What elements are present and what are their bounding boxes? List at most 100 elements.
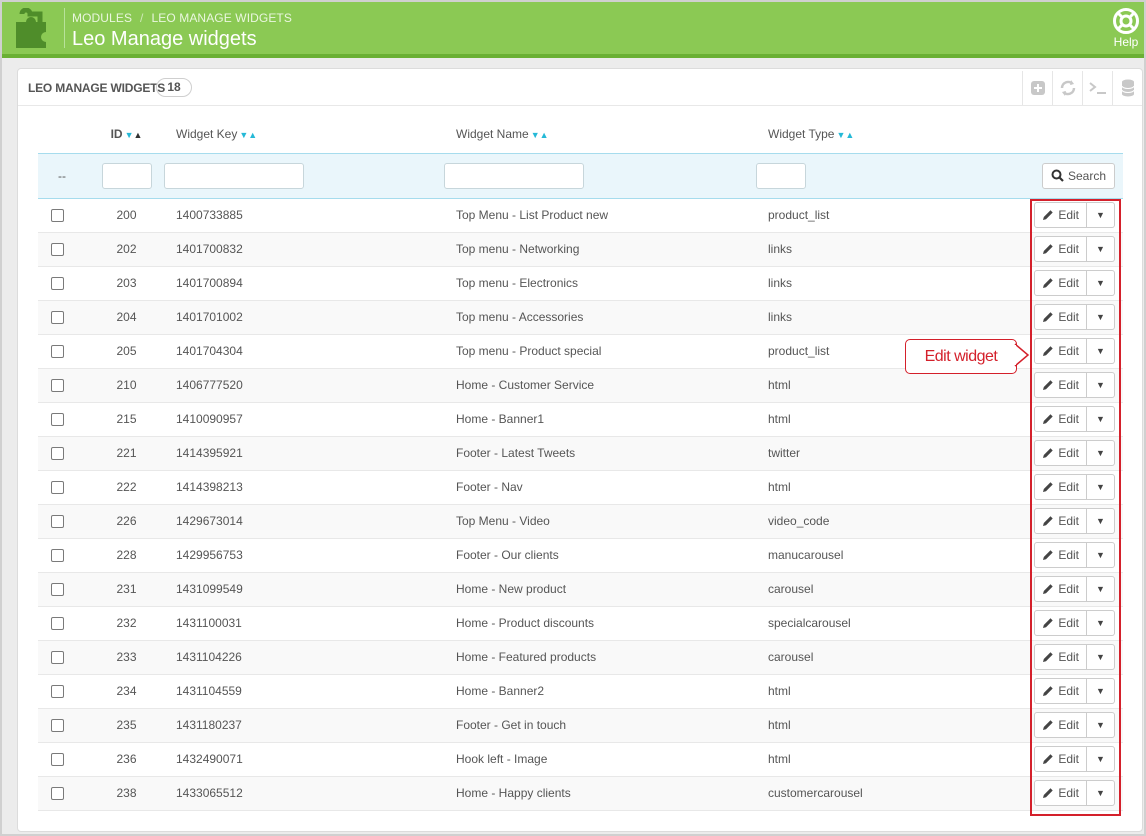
row-checkbox-cell	[38, 708, 93, 743]
row-checkbox-cell	[38, 334, 93, 369]
row-checkbox[interactable]	[51, 787, 64, 801]
export-database-button[interactable]	[1112, 71, 1142, 105]
row-checkbox[interactable]	[51, 277, 64, 291]
sort-arrows-icon[interactable]: ▼▲	[531, 130, 549, 140]
row-checkbox[interactable]	[51, 685, 64, 699]
row-widget-key: 1406777520	[160, 368, 440, 403]
row-widget-key: 1433065512	[160, 776, 440, 811]
row-widget-name: Top Menu - List Product new	[440, 198, 752, 233]
row-id: 203	[93, 266, 160, 301]
row-widget-key: 1414395921	[160, 436, 440, 471]
widgets-table: ID ▼▲ Widget Key ▼▲ Widget Name ▼▲ Widget T…	[38, 115, 1123, 811]
row-checkbox[interactable]	[51, 379, 64, 393]
help-label: Help	[1113, 35, 1139, 49]
row-id: 205	[93, 334, 160, 369]
table-row: 222 1414398213 Footer - Nav html Edit ▼	[38, 470, 1123, 505]
row-checkbox-cell	[38, 266, 93, 301]
row-checkbox[interactable]	[51, 719, 64, 733]
row-widget-name: Home - Featured products	[440, 640, 752, 675]
table-row: 221 1414395921 Footer - Latest Tweets twitt…	[38, 436, 1123, 471]
row-id: 228	[93, 538, 160, 573]
row-widget-name: Footer - Latest Tweets	[440, 436, 752, 471]
panel-toolbar	[1022, 71, 1142, 105]
row-checkbox[interactable]	[51, 243, 64, 257]
add-new-button[interactable]	[1022, 71, 1052, 105]
filter-row: -- Search	[38, 152, 1123, 199]
row-checkbox[interactable]	[51, 617, 64, 631]
row-widget-type: links	[752, 232, 1032, 267]
row-checkbox-cell	[38, 538, 93, 573]
row-widget-type: twitter	[752, 436, 1032, 471]
filter-widget-key-input[interactable]	[164, 162, 304, 189]
widget-key-column-label: Widget Key	[176, 126, 238, 141]
row-widget-key: 1431104559	[160, 674, 440, 709]
filter-id-input[interactable]	[101, 162, 152, 189]
edit-widget-callout: Edit widget	[905, 339, 1017, 374]
row-checkbox-cell	[38, 640, 93, 675]
row-checkbox-cell	[38, 742, 93, 777]
refresh-button[interactable]	[1052, 71, 1082, 105]
row-checkbox-cell	[38, 300, 93, 335]
row-checkbox[interactable]	[51, 753, 64, 767]
filter-widget-type-input[interactable]	[756, 162, 806, 189]
sql-query-button[interactable]	[1082, 71, 1112, 105]
row-checkbox-cell	[38, 198, 93, 233]
row-widget-type: carousel	[752, 640, 1032, 675]
row-widget-name: Top menu - Electronics	[440, 266, 752, 301]
lifebuoy-icon	[1113, 8, 1139, 34]
breadcrumb-modules[interactable]: MODULES	[72, 11, 132, 25]
row-checkbox[interactable]	[51, 345, 64, 359]
row-id: 235	[93, 708, 160, 743]
sort-arrows-icon[interactable]: ▼▲	[239, 130, 257, 140]
row-checkbox[interactable]	[51, 447, 64, 461]
table-row: 203 1401700894 Top menu - Electronics links…	[38, 266, 1123, 301]
row-widget-key: 1431100031	[160, 606, 440, 641]
row-id: 222	[93, 470, 160, 505]
row-checkbox[interactable]	[51, 311, 64, 325]
row-widget-name: Home - Customer Service	[440, 368, 752, 403]
panel-heading: LEO MANAGE WIDGETS 18	[18, 69, 1142, 106]
breadcrumb-current[interactable]: LEO MANAGE WIDGETS	[151, 11, 292, 25]
row-widget-name: Home - Happy clients	[440, 776, 752, 811]
row-id: 236	[93, 742, 160, 777]
row-widget-name: Footer - Get in touch	[440, 708, 752, 743]
row-widget-key: 1401701002	[160, 300, 440, 335]
page-frame: MODULES / LEO MANAGE WIDGETS Leo Manage wi…	[0, 0, 1146, 836]
row-widget-key: 1429956753	[160, 538, 440, 573]
help-button[interactable]: Help	[1109, 8, 1143, 49]
row-checkbox[interactable]	[51, 583, 64, 597]
sort-arrows-icon[interactable]: ▼▲	[836, 130, 854, 140]
row-widget-name: Top menu - Networking	[440, 232, 752, 267]
row-checkbox[interactable]	[51, 549, 64, 563]
row-id: 200	[93, 198, 160, 233]
filter-checkbox-placeholder: --	[38, 152, 93, 199]
table-row: 204 1401701002 Top menu - Accessories links…	[38, 300, 1123, 335]
widgets-panel: LEO MANAGE WIDGETS 18 ID ▼▲ Widget Key ▼…	[17, 68, 1143, 832]
search-button[interactable]: Search	[1041, 162, 1115, 189]
header-widget-type: Widget Type ▼▲	[752, 115, 1032, 153]
row-widget-type: manucarousel	[752, 538, 1032, 573]
row-widget-name: Home - Product discounts	[440, 606, 752, 641]
search-button-label: Search	[1067, 168, 1106, 183]
row-checkbox-cell	[38, 232, 93, 267]
row-checkbox[interactable]	[51, 515, 64, 529]
header-widget-name: Widget Name ▼▲	[440, 115, 752, 153]
refresh-icon	[1060, 80, 1075, 96]
row-checkbox-cell	[38, 470, 93, 505]
row-widget-key: 1429673014	[160, 504, 440, 539]
row-widget-key: 1432490071	[160, 742, 440, 777]
row-checkbox[interactable]	[51, 413, 64, 427]
table-row: 215 1410090957 Home - Banner1 html Edit ▼	[38, 402, 1123, 437]
table-row: 200 1400733885 Top Menu - List Product new…	[38, 198, 1123, 233]
row-checkbox[interactable]	[51, 209, 64, 223]
sort-arrows-icon[interactable]: ▼▲	[125, 130, 143, 140]
filter-widget-name-input[interactable]	[444, 162, 584, 189]
row-widget-name: Home - Banner2	[440, 674, 752, 709]
row-widget-type: links	[752, 300, 1032, 335]
row-checkbox[interactable]	[51, 481, 64, 495]
row-widget-name: Footer - Nav	[440, 470, 752, 505]
row-id: 238	[93, 776, 160, 811]
row-id: 234	[93, 674, 160, 709]
widget-name-column-label: Widget Name	[456, 126, 529, 141]
row-checkbox[interactable]	[51, 651, 64, 665]
